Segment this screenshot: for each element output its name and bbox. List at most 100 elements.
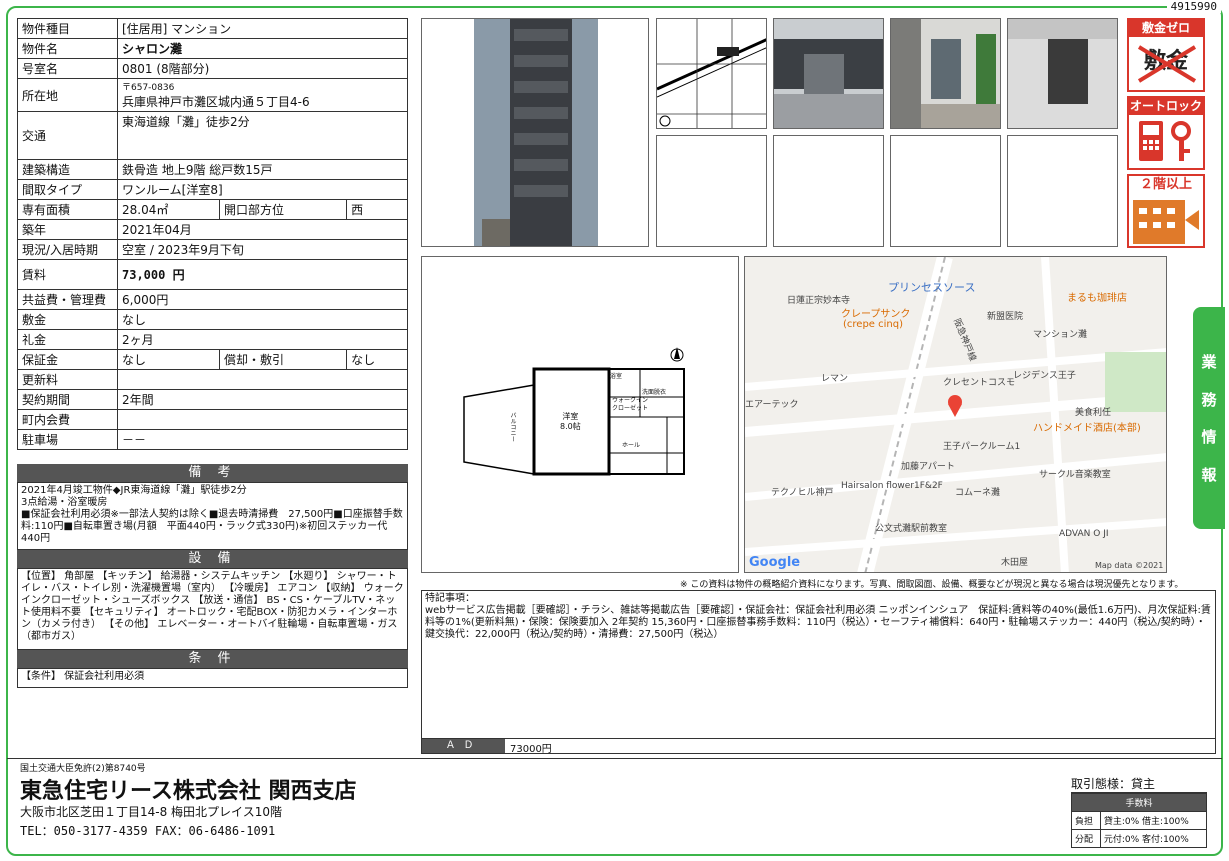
equipment-text: 【位置】 角部屋 【キッチン】 給湯器・システムキッチン 【水廻り】 シャワー・…	[17, 568, 408, 650]
footer-divider	[7, 758, 1222, 759]
map-label-kumon: 公文式灘駅前教室	[875, 524, 948, 534]
type-label: 物件種目	[17, 18, 118, 39]
building-exterior-photo	[421, 18, 649, 247]
room-value: 0801 (8階部分)	[117, 58, 408, 79]
map-label-residence: レジデンス王子	[1013, 371, 1076, 381]
building-floor-icon	[1133, 200, 1199, 244]
company-name: 東急住宅リース株式会社 関西支店	[20, 779, 357, 804]
contract-label: 契約期間	[17, 389, 118, 410]
map-label-clinic: 新盟医院	[987, 312, 1024, 322]
entrance-photo	[773, 18, 884, 129]
map-label-airtech: エアーテック	[745, 400, 799, 410]
autolock-icon	[1139, 121, 1191, 161]
second-floor-badge: ２階以上	[1127, 174, 1205, 248]
photo-slot-empty-2	[773, 135, 884, 247]
google-logo: Google	[749, 555, 801, 570]
map-label-kato: 加藤アパート	[901, 462, 955, 472]
rent-label: 賃料	[17, 259, 118, 290]
deal-type: 取引態様：貸主	[1071, 775, 1207, 793]
deposit-label: 敷金	[17, 309, 118, 330]
conditions-header: 条 件	[17, 650, 408, 668]
amort-value: なし	[346, 349, 408, 370]
map-label-crescent: クレセントコスモ	[943, 378, 1016, 388]
equipment-header: 設 備	[17, 550, 408, 568]
address-value: 兵庫県神戸市灘区城内通５丁目4-6	[122, 95, 310, 109]
layout-value: ワンルーム[洋室8]	[117, 179, 408, 200]
photo-slot-empty-3	[890, 135, 1001, 247]
key-money-value: 2ヶ月	[117, 329, 408, 350]
map-label-mansion: マンション灘	[1033, 330, 1088, 340]
side-tab-char-3: 情	[1201, 428, 1217, 447]
disclaimer-text: ※ この資料は物件の概略紹介資料になります。写真、間取図面、設備、概要などが現況…	[680, 580, 1184, 590]
floor-plan-drawing	[463, 347, 685, 476]
side-tab-char-1: 業	[1201, 353, 1217, 372]
structure-value: 鉄骨造 地上9階 総戸数15戸	[117, 159, 408, 180]
zip-code: 〒657-0836	[122, 83, 175, 93]
guarantee-value: なし	[117, 349, 220, 370]
split-value: 元付:0% 客付:100%	[1099, 829, 1208, 848]
map-label-crepe: クレープサンク	[841, 309, 911, 320]
area-map-image	[657, 19, 766, 128]
guarantee-label: 保証金	[17, 349, 118, 370]
location-map[interactable]: プリンセスソース 日蓮正宗妙本寺 クレープサンク (crepe cinq) 新盟…	[744, 256, 1167, 573]
ad-label: ＡＤ	[422, 739, 505, 753]
map-label-sake-shop: ハンドメイド酒店(本部)	[1033, 423, 1141, 434]
fee-header: 手数料	[1071, 793, 1207, 812]
rent-value: 73,000 円	[117, 259, 408, 290]
opening-value: 西	[346, 199, 408, 220]
mailbox-photo	[1007, 18, 1118, 129]
structure-label: 建築構造	[17, 159, 118, 180]
property-id: 4915990	[1166, 0, 1221, 13]
layout-label: 間取タイプ	[17, 179, 118, 200]
built-label: 築年	[17, 219, 118, 240]
company-phone: TEL：050-3177-4359 FAX：06-6486-1091	[20, 824, 276, 838]
town-fee-value	[117, 409, 408, 430]
spec-table: 物件種目 [住居用] マンション 物件名 シャロン灘 号室名 0801 (8階部分) …	[17, 18, 408, 450]
map-label-technohill: テクノヒル神戸	[771, 488, 834, 498]
map-label-bishoku: 美食利任	[1075, 408, 1112, 418]
conditions-text: 【条件】 保証会社利用必須	[17, 668, 408, 688]
renewal-label: 更新料	[17, 369, 118, 390]
special-notes: 特記事項： webサービス広告掲載［要確認］・チラシ、雑誌等掲載広告［要確認］・…	[421, 590, 1216, 754]
built-value: 2021年04月	[117, 219, 408, 240]
autolock-badge: オートロック	[1127, 96, 1205, 170]
room-size-label: 8.0帖	[560, 422, 581, 431]
balcony-label: バルコニー	[509, 412, 516, 442]
ad-bar: ＡＤ 73000円	[421, 738, 1216, 755]
parking-label: 駐車場	[17, 429, 118, 450]
no-deposit-badge: 敷金ゼロ 敷金	[1127, 18, 1205, 92]
contract-value: 2年間	[117, 389, 408, 410]
mgmt-value: 6,000円	[117, 289, 408, 310]
cross-out-icon	[1137, 45, 1197, 83]
address-label: 所在地	[17, 78, 118, 112]
transport-label: 交通	[17, 111, 118, 160]
floor-plan: 洋室 8.0帖 ウォークイン クローゼット ホール 浴室 洗面脱衣 バルコニー	[421, 256, 739, 573]
wash-label: 洗面脱衣	[642, 389, 667, 396]
amort-label: 償却・敷引	[218, 349, 348, 370]
room-type-label: 洋室	[562, 412, 579, 421]
status-label: 現況/入居時期	[17, 239, 118, 260]
entrance-image	[774, 19, 883, 128]
transport-value: 東海道線「灘」徒歩2分	[117, 111, 408, 160]
area-map-photo	[656, 18, 767, 129]
parking-value: －－	[117, 429, 408, 450]
mgmt-label: 共益費・管理費	[17, 289, 118, 310]
type-value: [住居用] マンション	[117, 18, 408, 39]
map-label-princess: プリンセスソース	[888, 281, 976, 294]
fee-block: 取引態様：貸主 手数料 負担 貸主:0% 借主:100% 分配 元付:0% 客付:1…	[1071, 775, 1208, 848]
town-fee-label: 町内会費	[17, 409, 118, 430]
no-deposit-title: 敷金ゼロ	[1129, 20, 1203, 37]
burden-value: 貸主:0% 借主:100%	[1099, 811, 1208, 830]
side-tab-char-4: 報	[1201, 465, 1217, 484]
autolock-title: オートロック	[1129, 98, 1203, 115]
split-label: 分配	[1071, 829, 1101, 848]
map-label-advan: ADVAN O JI	[1059, 529, 1109, 539]
mailbox-image	[1008, 19, 1117, 128]
business-info-tab[interactable]: 業 務 情 報	[1193, 307, 1225, 529]
map-label-crepe-en: (crepe cinq)	[843, 319, 903, 330]
map-data-credit: Map data ©2021	[1095, 561, 1164, 570]
map-label-comune: コムーネ灘	[955, 488, 1001, 498]
map-label-circle: サークル音楽教室	[1039, 470, 1111, 480]
room-label: 号室名	[17, 58, 118, 79]
map-label-leman: レマン	[821, 374, 849, 384]
